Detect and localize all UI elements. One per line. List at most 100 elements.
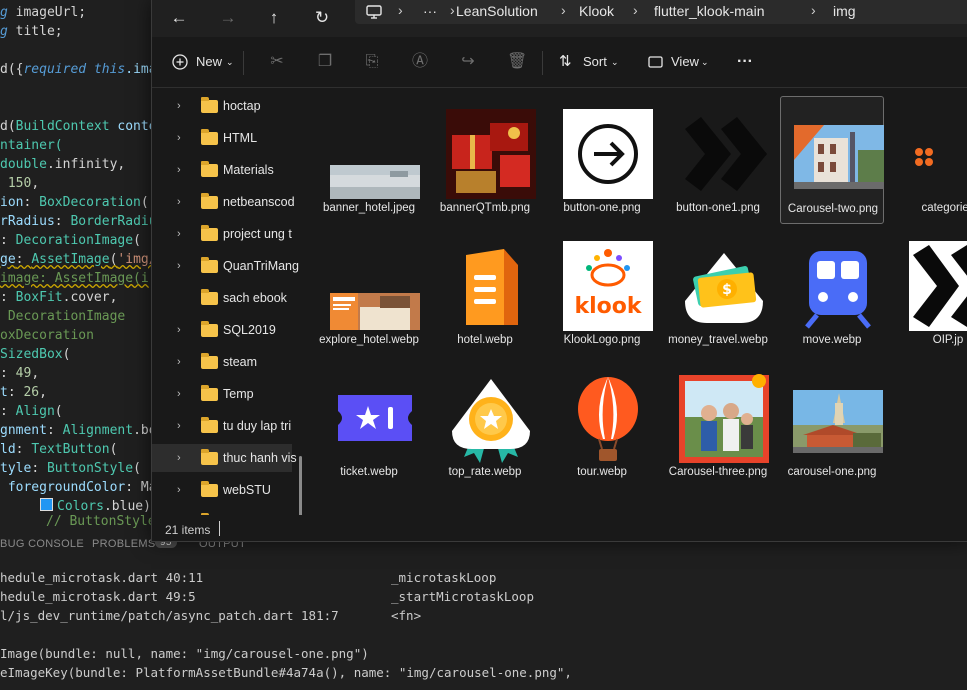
file-name: Carousel-three.png: [668, 466, 768, 478]
code-line: 150,: [7, 176, 40, 191]
delete-icon[interactable]: 🗑︎: [507, 52, 527, 72]
tab-debug-console[interactable]: BUG CONSOLE: [0, 538, 84, 550]
file-item[interactable]: button-one1.png: [666, 96, 770, 224]
breadcrumb-item[interactable]: Klook: [579, 3, 614, 19]
overflow-ellipsis[interactable]: ···: [423, 3, 437, 19]
code-line: : Align(: [0, 404, 63, 419]
nav-folder-item[interactable]: › tu duy lap tri: [152, 412, 292, 440]
nav-folder-item[interactable]: › thuc hanh vis: [152, 444, 297, 472]
chevron-right-icon[interactable]: ›: [177, 252, 189, 280]
chevron-right-icon[interactable]: ›: [177, 508, 189, 515]
scrollbar[interactable]: [299, 456, 302, 515]
file-item[interactable]: hotel.webp: [433, 228, 537, 356]
nav-folder-item[interactable]: › steam: [152, 348, 292, 376]
file-item[interactable]: explore_hotel.webp: [317, 228, 421, 356]
file-item[interactable]: move.webp: [780, 228, 884, 356]
file-item[interactable]: bannerQTmb.png: [433, 96, 537, 224]
copy-icon[interactable]: ❐: [315, 52, 335, 72]
chevron-right-icon[interactable]: ›: [177, 156, 189, 184]
nav-folder-item[interactable]: sach ebook: [152, 284, 292, 312]
tab-problems[interactable]: PROBLEMS: [92, 538, 156, 550]
chevron-right-icon[interactable]: ›: [177, 316, 189, 344]
chevron-right-icon[interactable]: ›: [177, 124, 189, 152]
file-explorer-window: ← → ↑ ↻ › ··· › LeanSolution › Klook › f…: [151, 0, 967, 542]
chevron-right-icon[interactable]: ›: [177, 188, 189, 216]
hot-air-balloon-icon-graphic: [578, 377, 638, 461]
nav-folder-label: steam: [223, 355, 258, 369]
breadcrumb-item[interactable]: flutter_klook-main: [654, 3, 765, 19]
back-button[interactable]: ←: [165, 4, 193, 32]
nav-folder-item[interactable]: › SQL2019: [152, 316, 292, 344]
nav-folder-item[interactable]: › HTML: [152, 124, 292, 152]
rename-icon[interactable]: Ⓐ: [410, 52, 430, 72]
file-name: KlookLogo.png: [563, 334, 641, 346]
file-item[interactable]: Carousel-three.png: [666, 360, 770, 488]
code-line: gnment: Alignment.bo: [0, 423, 157, 438]
folder-icon: [201, 129, 218, 145]
breadcrumb[interactable]: › ··· › LeanSolution › Klook › flutter_k…: [355, 0, 967, 24]
chevron-right-icon[interactable]: ›: [177, 220, 189, 248]
orange-hotel-icon: [446, 241, 536, 331]
file-item[interactable]: banner_hotel.jpeg: [317, 96, 421, 224]
nav-folder-item[interactable]: › QuanTriMang: [152, 252, 299, 280]
chevron-right-icon[interactable]: ›: [177, 476, 189, 504]
breadcrumb-item[interactable]: LeanSolution: [456, 3, 538, 19]
file-item[interactable]: Carousel-two.png: [780, 96, 884, 224]
breadcrumb-item-current[interactable]: img: [833, 3, 856, 19]
nav-folder-label: sach ebook: [223, 291, 287, 305]
chevron-right-icon[interactable]: ›: [177, 380, 189, 408]
code-line: g title;: [0, 24, 63, 39]
chevron-black-thumbnail-graphic: [909, 241, 967, 331]
refresh-button[interactable]: ↻: [308, 4, 336, 32]
nav-folder-item[interactable]: › Materials: [152, 156, 292, 184]
chevron-right-icon[interactable]: ›: [177, 412, 189, 440]
file-item[interactable]: OIP.jp: [896, 228, 967, 356]
circle-arrow-right-icon: [563, 109, 653, 199]
arrow-left-icon: ←: [170, 8, 188, 27]
divider: [219, 521, 220, 536]
file-name: tour.webp: [577, 466, 627, 478]
file-name: top_rate.webp: [448, 466, 522, 478]
console-line: l/js_dev_runtime/patch/async_patch.dart …: [0, 608, 339, 623]
folder-icon: [201, 97, 218, 113]
file-name: OIP.jp: [932, 334, 964, 346]
nav-folder-item[interactable]: › webSTU: [152, 476, 292, 504]
file-item[interactable]: ticket.webp: [317, 360, 421, 488]
file-name: button-one.png: [563, 202, 641, 214]
command-bar: New ⌄ ✂ ❐ ⎘ Ⓐ ↪ 🗑︎ ⇅ Sort ⌄ View ⌄ ···: [152, 37, 967, 88]
share-icon[interactable]: ↪: [458, 52, 478, 72]
file-item[interactable]: carousel-one.png: [780, 360, 884, 488]
chevron-right-icon[interactable]: ›: [177, 348, 189, 376]
file-item[interactable]: categories: [896, 96, 967, 224]
chevron-down-icon: ⌄: [611, 57, 619, 67]
chevron-down-icon: ⌄: [226, 57, 234, 67]
code-line: oxDecoration: [0, 328, 94, 343]
nav-folder-item[interactable]: › W...: [152, 508, 292, 515]
console-line: <fn>: [391, 608, 422, 623]
nav-folder-item[interactable]: › Temp: [152, 380, 292, 408]
chevron-right-icon[interactable]: ›: [177, 444, 189, 472]
nav-folder-label: tu duy lap tri: [223, 419, 292, 433]
code-line: ge: AssetImage('img/: [0, 252, 157, 267]
forward-button[interactable]: →: [214, 4, 242, 32]
up-button[interactable]: ↑: [260, 4, 288, 32]
file-item[interactable]: button-one.png: [550, 96, 654, 224]
nav-folder-item[interactable]: › project ung t: [152, 220, 292, 248]
file-item[interactable]: klook KlookLogo.png: [550, 228, 654, 356]
file-name: explore_hotel.webp: [319, 334, 419, 346]
file-item[interactable]: $ money_travel.webp: [666, 228, 770, 356]
code-line: image: AssetImage(i: [0, 271, 149, 286]
chevron-right-icon[interactable]: ›: [177, 92, 189, 120]
cut-icon[interactable]: ✂: [267, 52, 287, 72]
file-item[interactable]: top_rate.webp: [433, 360, 537, 488]
more-options-button[interactable]: ···: [737, 49, 753, 75]
file-item[interactable]: tour.webp: [550, 360, 654, 488]
nav-folder-item[interactable]: › netbeanscod: [152, 188, 295, 216]
file-name: categories: [921, 202, 967, 214]
code-line: d({required this.ima: [0, 62, 157, 77]
paste-icon[interactable]: ⎘: [362, 52, 382, 72]
nav-folder-label: thuc hanh vis: [223, 451, 297, 465]
nav-folder-item[interactable]: › hoctap: [152, 92, 292, 120]
new-label: New: [196, 54, 223, 69]
arrow-up-icon: ↑: [269, 8, 279, 27]
